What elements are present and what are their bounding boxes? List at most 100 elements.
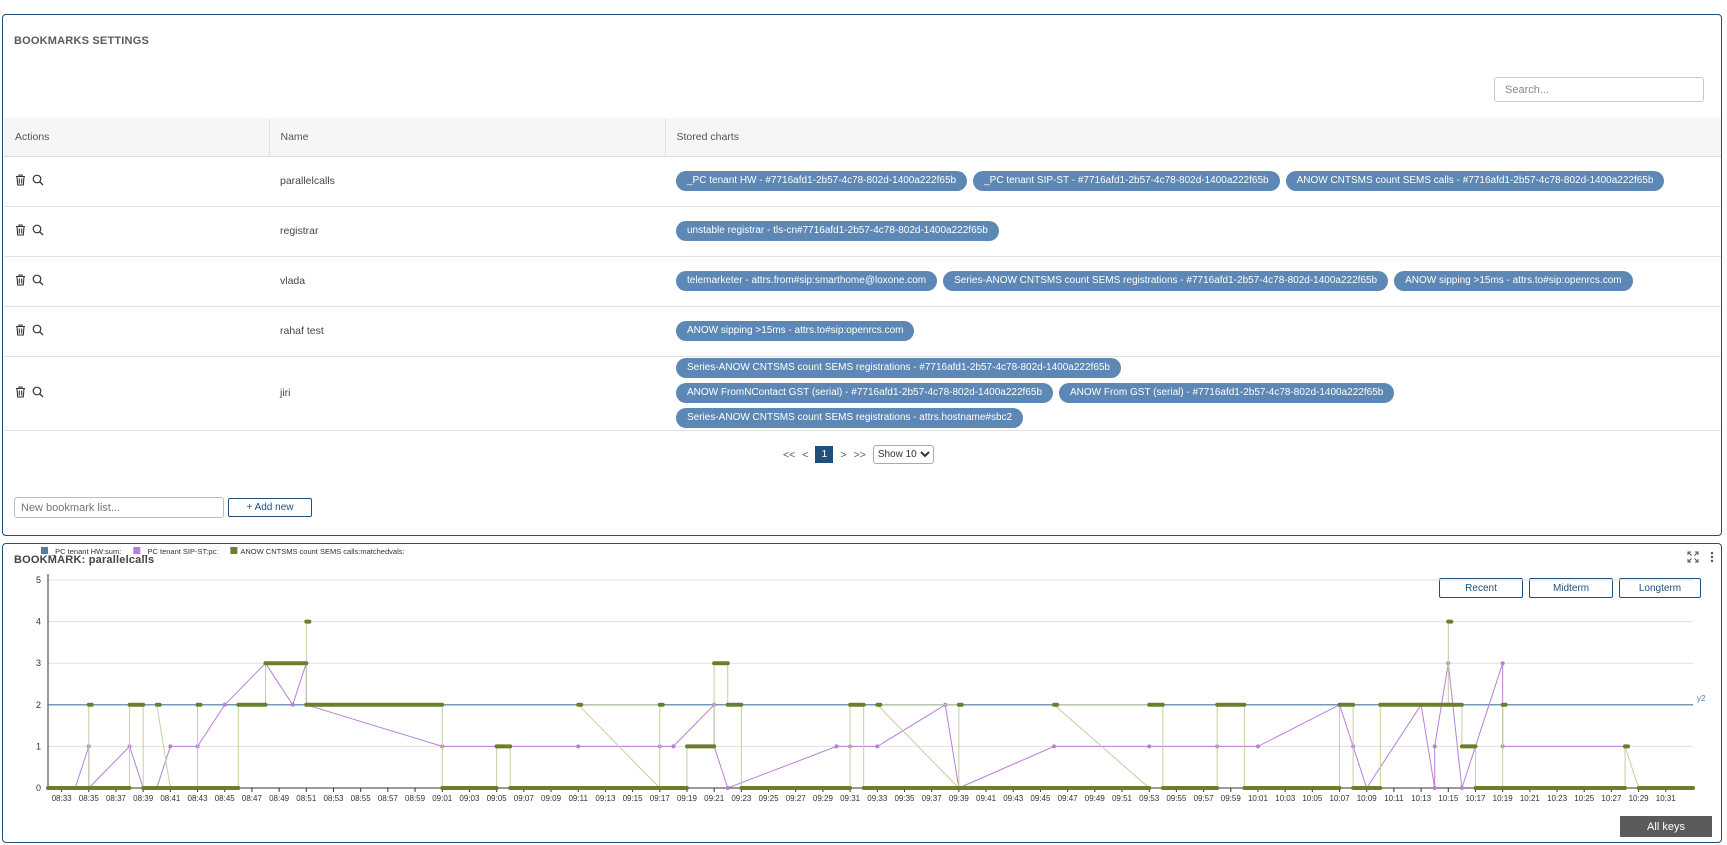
chart-chip[interactable]: Series-ANOW CNTSMS count SEMS registrati…	[676, 358, 1121, 378]
series-point-sip-st	[1147, 744, 1152, 749]
x-tick-label: 09:19	[677, 794, 698, 803]
x-tick-label: 08:37	[106, 794, 127, 803]
series-point-sip-st	[671, 744, 676, 749]
x-tick-label: 09:13	[595, 794, 616, 803]
chart-chip[interactable]: _PC tenant HW - #7716afd1-2b57-4c78-802d…	[676, 171, 968, 191]
y-tick-label: 3	[36, 658, 41, 668]
prev-page-button[interactable]: <	[802, 449, 808, 461]
x-tick-label: 08:35	[79, 794, 100, 803]
x-tick-label: 10:13	[1411, 794, 1432, 803]
chart-chip[interactable]: Series-ANOW CNTSMS count SEMS registrati…	[676, 408, 1024, 428]
stored-charts-cell: telemarketer - attrs.from#sip:smarthome@…	[665, 256, 1721, 307]
trash-icon[interactable]	[15, 385, 26, 398]
x-tick-label: 09:15	[623, 794, 644, 803]
y-tick-label: 0	[36, 783, 41, 793]
x-tick-label: 10:03	[1275, 794, 1296, 803]
table-row: registrar unstable registrar - tls-cn#77…	[4, 206, 1721, 257]
new-bookmark-list-input[interactable]	[14, 497, 224, 518]
x-tick-label: 08:55	[351, 794, 372, 803]
series-point-sip-st	[1255, 744, 1260, 749]
x-tick-label: 09:27	[786, 794, 807, 803]
x-tick-label: 09:21	[704, 794, 725, 803]
x-tick-label: 10:17	[1465, 794, 1486, 803]
x-tick-label: 09:17	[650, 794, 671, 803]
x-tick-label: 09:53	[1139, 794, 1160, 803]
reference-line-label: y2	[1697, 694, 1706, 703]
chart-chip[interactable]: ANOW From GST (serial) - #7716afd1-2b57-…	[1059, 383, 1395, 403]
x-tick-label: 10:25	[1574, 794, 1595, 803]
first-page-button[interactable]: <<	[783, 449, 795, 461]
bookmark-name: parallelcalls	[269, 156, 665, 207]
last-page-button[interactable]: >>	[854, 449, 866, 461]
add-new-button[interactable]: + Add new	[228, 498, 312, 517]
x-tick-label: 09:57	[1194, 794, 1215, 803]
chart-chip[interactable]: ANOW FromNContact GST (serial) - #7716af…	[676, 383, 1053, 403]
y-tick-label: 5	[36, 575, 41, 585]
chart-chip[interactable]: Series-ANOW CNTSMS count SEMS registrati…	[943, 271, 1389, 291]
trash-icon[interactable]	[15, 173, 26, 186]
x-tick-label: 09:01	[432, 794, 453, 803]
x-tick-label: 09:59	[1221, 794, 1242, 803]
x-tick-label: 08:47	[242, 794, 263, 803]
search-icon[interactable]	[32, 324, 44, 336]
x-tick-label: 09:29	[813, 794, 834, 803]
x-tick-label: 09:43	[1003, 794, 1024, 803]
x-tick-label: 09:49	[1085, 794, 1106, 803]
x-tick-label: 09:37	[922, 794, 943, 803]
chart-chip[interactable]: ANOW CNTSMS count SEMS calls - #7716afd1…	[1285, 171, 1665, 191]
x-tick-label: 10:07	[1330, 794, 1351, 803]
series-point-sip-st	[222, 702, 227, 707]
x-tick-label: 09:11	[568, 794, 588, 803]
series-point-sip-st	[1432, 744, 1437, 749]
series-point-sip-st	[576, 744, 581, 749]
series-point-sip-st	[168, 744, 173, 749]
chart-chip[interactable]: unstable registrar - tls-cn#7716afd1-2b5…	[676, 221, 999, 241]
x-tick-label: 09:05	[487, 794, 508, 803]
trash-icon[interactable]	[15, 223, 26, 236]
x-tick-label: 09:39	[949, 794, 970, 803]
row-actions	[4, 306, 269, 357]
series-point-sip-st	[290, 702, 295, 707]
bookmark-name: registrar	[269, 206, 665, 257]
x-tick-label: 08:45	[215, 794, 236, 803]
x-tick-label: 08:43	[188, 794, 209, 803]
search-icon[interactable]	[32, 174, 44, 186]
series-point-sip-st	[1432, 786, 1437, 790]
next-page-button[interactable]: >	[840, 449, 846, 461]
x-tick-label: 10:15	[1438, 794, 1459, 803]
bookmark-name: rahaf test	[269, 306, 665, 357]
settings-title: BOOKMARKS SETTINGS	[14, 35, 149, 47]
x-tick-label: 09:25	[759, 794, 780, 803]
chart-chip[interactable]: telemarketer - attrs.from#sip:smarthome@…	[676, 271, 938, 291]
row-actions	[4, 356, 269, 431]
x-tick-label: 10:11	[1384, 794, 1404, 803]
x-tick-label: 09:33	[867, 794, 888, 803]
legend-label: _PC tenant HW:sum:	[50, 547, 121, 556]
bookmark-name: vlada	[269, 256, 665, 307]
table-row: vlada telemarketer - attrs.from#sip:smar…	[4, 256, 1721, 307]
bookmarks-table: Actions Name Stored charts parallelcalls…	[4, 118, 1721, 431]
page-size-select[interactable]: Show 10	[872, 445, 934, 464]
stored-charts-cell: _PC tenant HW - #7716afd1-2b57-4c78-802d…	[665, 156, 1721, 207]
series-point-sip-st	[1500, 661, 1505, 666]
x-tick-label: 08:59	[405, 794, 426, 803]
search-icon[interactable]	[32, 386, 44, 398]
search-icon[interactable]	[32, 274, 44, 286]
x-tick-label: 08:39	[133, 794, 154, 803]
search-icon[interactable]	[32, 224, 44, 236]
chart-chip[interactable]: _PC tenant SIP-ST - #7716afd1-2b57-4c78-…	[973, 171, 1280, 191]
x-tick-label: 09:47	[1058, 794, 1079, 803]
y-tick-label: 4	[36, 617, 41, 627]
series-point-sip-st	[1459, 786, 1464, 790]
all-keys-button[interactable]: All keys	[1620, 816, 1712, 837]
x-tick-label: 08:57	[378, 794, 399, 803]
current-page-button[interactable]: 1	[815, 446, 834, 463]
trash-icon[interactable]	[15, 273, 26, 286]
search-input[interactable]	[1494, 77, 1704, 102]
chart-chip[interactable]: ANOW sipping >15ms - attrs.to#sip:openrc…	[676, 321, 915, 341]
x-tick-label: 09:35	[894, 794, 915, 803]
chart-chip[interactable]: ANOW sipping >15ms - attrs.to#sip:openrc…	[1394, 271, 1633, 291]
x-tick-label: 09:09	[541, 794, 562, 803]
trash-icon[interactable]	[15, 323, 26, 336]
legend-label: ANOW CNTSMS count SEMS calls:matchedvals…	[240, 547, 404, 556]
